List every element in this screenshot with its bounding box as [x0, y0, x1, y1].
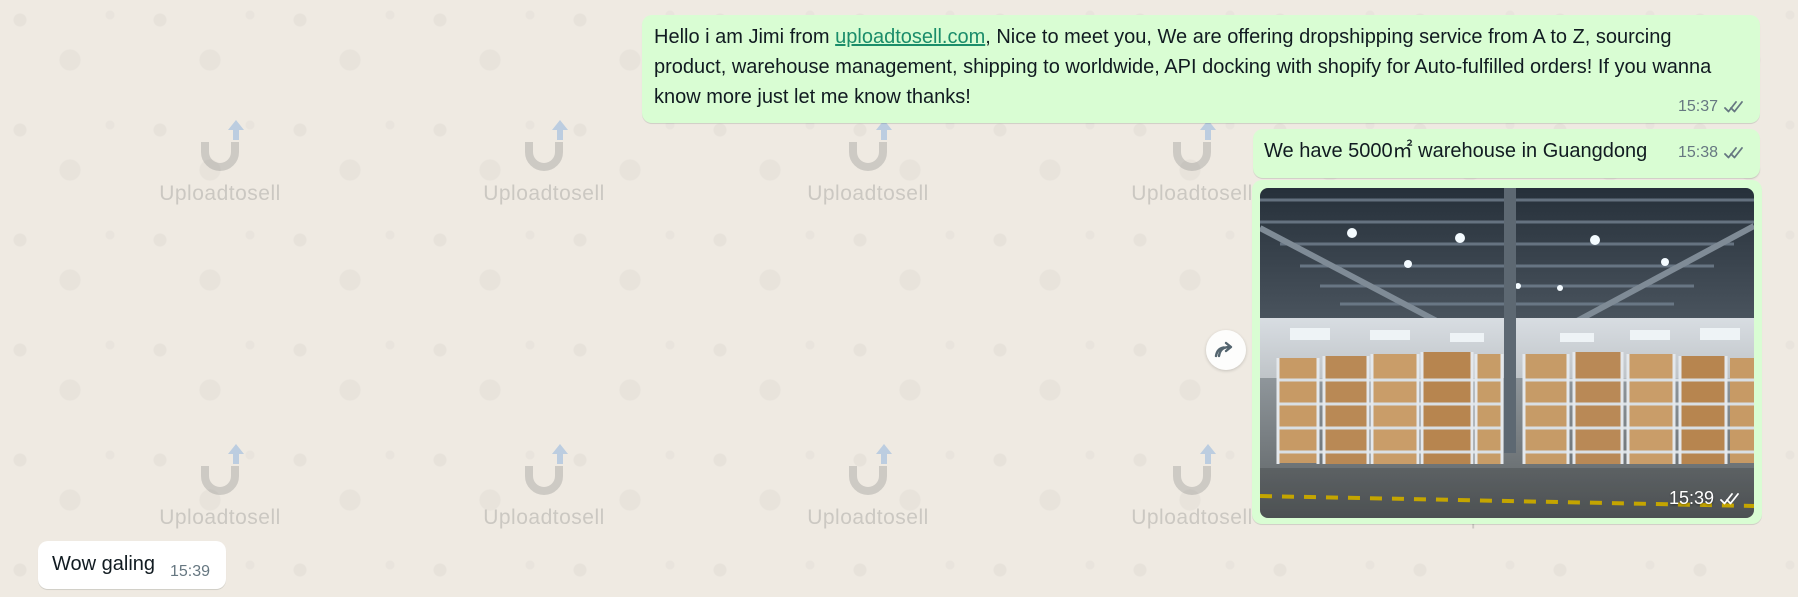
message-text-prefix: Hello i am Jimi from [654, 26, 836, 48]
warehouse-photo[interactable]: 15:39 [1260, 188, 1754, 518]
message-time: 15:37 [1677, 98, 1718, 115]
message-time: 15:39 [170, 563, 211, 580]
double-check-icon [1724, 147, 1743, 159]
message-text: Wow galing [52, 553, 156, 575]
photo-time: 15:39 [1668, 488, 1714, 508]
photo-meta: 15:39 [1669, 488, 1742, 509]
incoming-message-reply[interactable]: Wow galing 15:39 [38, 541, 226, 589]
message-text: We have 5000㎡ warehouse in Guangdong [1264, 140, 1648, 162]
website-link[interactable]: uploadtosell.com [835, 26, 985, 48]
double-check-icon [1720, 492, 1739, 504]
outgoing-message-warehouse[interactable]: We have 5000㎡ warehouse in Guangdong 15:… [1253, 129, 1760, 178]
outgoing-message-intro[interactable]: Hello i am Jimi from uploadtosell.com, N… [642, 15, 1760, 123]
warehouse-image [1260, 188, 1754, 518]
message-meta: 15:39 [170, 563, 210, 581]
forward-icon [1214, 341, 1233, 358]
message-meta: 15:38 [1678, 144, 1746, 162]
message-time: 15:38 [1677, 144, 1718, 161]
message-meta: 15:37 [1678, 98, 1746, 116]
forward-button[interactable] [1206, 330, 1246, 370]
message-text: Hello i am Jimi from uploadtosell.com, N… [654, 22, 1719, 112]
double-check-icon [1724, 101, 1743, 113]
outgoing-message-photo[interactable]: 15:39 [1252, 180, 1762, 524]
